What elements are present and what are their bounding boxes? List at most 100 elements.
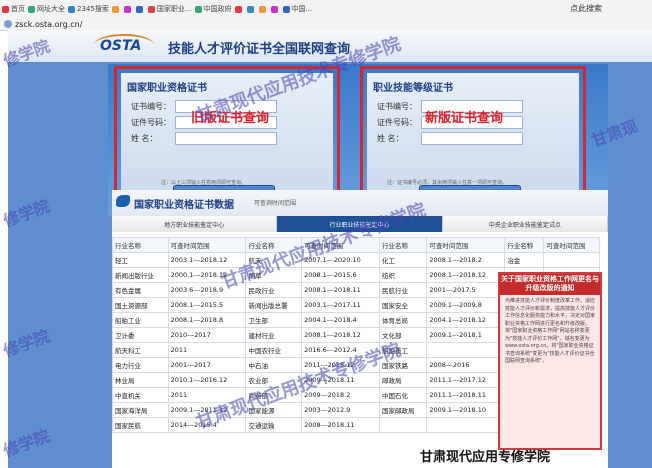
table-cell	[543, 252, 600, 268]
table-cell: 2003.1---2017.11	[301, 297, 380, 313]
table-cell: 2009.1---2018.1	[426, 327, 506, 343]
tab-0[interactable]: 地方职业技能鉴定中心	[112, 216, 278, 232]
table-cell: 2008.1---2018.2	[426, 252, 506, 268]
bookmark-item[interactable]	[246, 5, 256, 13]
browser-toolbar: 首页 网址大全 2345搜索 国家职业... 中国政府 中国... zsck.osta.o…	[0, 0, 652, 31]
bookmark-icon	[234, 5, 242, 13]
bookmark-item[interactable]	[111, 5, 121, 13]
table-cell: 邮政局	[378, 372, 428, 388]
id-label: 证件号码：	[377, 117, 417, 127]
address-bar[interactable]: zsck.osta.org.cn/	[0, 18, 652, 30]
bookmark-icon	[68, 5, 75, 13]
table-cell: 国土资源部	[112, 297, 169, 313]
table-cell: 2008.1---2018.12	[301, 327, 380, 343]
table-cell: 新闻出版行业	[112, 267, 169, 283]
table-cell	[426, 417, 506, 433]
table-cell: 冶金	[504, 252, 545, 268]
browser-search-label[interactable]: 点此搜索	[570, 3, 602, 14]
old-name-input[interactable]	[175, 131, 277, 145]
bookmark-item[interactable]	[234, 5, 244, 13]
tab-2[interactable]: 中央企业职业技能鉴定试点	[442, 216, 608, 232]
table-cell: 国家海洋局	[112, 402, 169, 418]
table-cell: 2008.1---2015.5	[167, 297, 247, 313]
column-header: 行业名称	[378, 237, 428, 253]
bookmark-label: 中国...	[291, 5, 313, 13]
notice-popup[interactable]: 关于国家职业资格工作网更名与升级改版的通知 为推进技能人才评价制度改革工作，适应…	[498, 272, 602, 450]
table-cell: 民航行业	[378, 282, 428, 298]
table-cell: 2004.1---2018.4	[301, 312, 380, 328]
table-cell	[426, 342, 506, 358]
globe-icon	[4, 20, 12, 28]
bookmark-label: 中国政府	[203, 5, 232, 13]
bookmark-label: 网址大全	[37, 5, 65, 13]
notice-title: 关于国家职业资格工作网更名与升级改版的通知	[500, 274, 600, 295]
table-cell: 2011.1---2018.11	[426, 387, 506, 403]
table-cell: 化工	[378, 252, 428, 268]
table-cell: 中石油	[245, 357, 303, 373]
table-cell: 卫计委	[112, 327, 169, 343]
table-cell: 2009.1---2009.8	[426, 297, 506, 313]
bookmark-item[interactable]	[123, 5, 133, 13]
table-cell: 2008---2016	[426, 357, 506, 373]
table-cell: 林业局	[112, 372, 169, 388]
url-text[interactable]: zsck.osta.org.cn/	[15, 20, 82, 29]
id-label: 证件号码：	[131, 117, 171, 127]
bookmark-item[interactable]	[135, 5, 145, 13]
bookmark-icon	[123, 5, 131, 13]
bookmark-item[interactable]: 中国...	[282, 4, 313, 14]
bookmark-item[interactable]	[258, 5, 268, 13]
bookmark-item[interactable]: 首页	[2, 4, 25, 14]
bookmark-item[interactable]	[270, 5, 280, 13]
table-cell	[378, 417, 428, 433]
table-cell: 航天科工	[112, 342, 169, 358]
table-cell: 有色金属	[112, 282, 169, 298]
table-cell: 国家邮政局	[378, 402, 428, 418]
bookmark-item[interactable]: 中国政府	[194, 4, 232, 14]
table-cell: 2011	[167, 342, 247, 358]
new-cert-annotation: 新版证书查询	[425, 111, 504, 126]
bird-logo-icon	[116, 195, 130, 207]
column-header: 可查时间范围	[426, 237, 506, 253]
cert-no-label: 证书编号：	[131, 101, 171, 111]
table-cell: 2008.1---2018.11	[301, 282, 380, 298]
table-cell: 民政行业	[245, 282, 303, 298]
table-cell: 2010.1---2016.12	[167, 372, 247, 388]
bookmark-icon	[246, 5, 254, 13]
table-cell: 2009.1---2018.10	[426, 402, 506, 418]
table-cell: 纺织	[378, 267, 428, 283]
name-label: 姓 名：	[131, 133, 158, 143]
osta-logo: OSTA	[100, 38, 142, 54]
old-name-field: 姓 名：	[131, 131, 277, 145]
bookmark-label: 国家职业...	[156, 5, 192, 13]
new-cert-title: 职业技能等级证书	[373, 83, 453, 94]
new-name-field: 姓 名：	[377, 131, 523, 145]
data-header: 国家职业资格证书数据 可查询时间范围	[112, 190, 608, 216]
table-cell: 2008.1---2018.8	[167, 312, 247, 328]
table-cell: 国家民航	[112, 417, 169, 433]
column-header: 可查时间范围	[167, 237, 247, 253]
table-row: 轻工 2003.1---2018.12 航天 2007.1---2020.10 化工 20…	[112, 252, 600, 268]
table-cell: 体育总局	[378, 312, 428, 328]
footer-watermark: 甘肃现代应用专修学院	[420, 450, 551, 465]
bookmark-icon	[111, 5, 119, 13]
bookmark-item[interactable]: 网址大全	[28, 4, 65, 14]
bookmark-icon	[194, 5, 202, 13]
bookmark-icon	[270, 5, 278, 13]
table-cell: 2008---2018.11	[301, 417, 380, 433]
bookmark-icon	[135, 5, 143, 13]
table-cell: 2001---2017	[167, 357, 247, 373]
table-cell: 中直机关	[112, 387, 169, 403]
table-cell: 2003---2012.9	[301, 402, 380, 418]
new-name-input[interactable]	[421, 131, 523, 145]
table-cell: 新闻出版总署	[245, 297, 303, 313]
column-header: 行业名称	[504, 237, 545, 253]
table-cell: 中国农行业	[245, 342, 303, 358]
bookmarks-bar: 首页 网址大全 2345搜索 国家职业... 中国政府 中国...	[0, 0, 652, 18]
bookmark-item[interactable]: 国家职业...	[147, 4, 192, 14]
notice-body: 为推进技能人才评价制度改革工作，适应技能人才评价新需求，提高技能人才评价工作信息…	[505, 298, 596, 364]
table-cell: 2008.1---2015.6	[301, 267, 380, 283]
name-label: 姓 名：	[377, 133, 404, 143]
table-cell: 卫生部	[245, 312, 303, 328]
bookmark-item[interactable]: 2345搜索	[68, 4, 109, 14]
table-cell: 建材行业	[245, 327, 303, 343]
